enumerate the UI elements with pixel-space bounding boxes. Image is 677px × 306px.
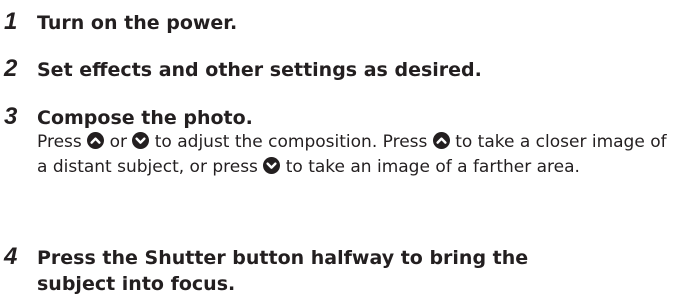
step-text: to take an image of a farther area.: [285, 156, 580, 177]
step-title: Press the Shutter button halfway to brin…: [37, 245, 597, 297]
up-button-icon: [87, 132, 105, 149]
down-button-icon: [263, 156, 281, 174]
step-title: Turn on the power.: [37, 12, 238, 34]
step-text: Press: [37, 132, 82, 152]
step-title: Set effects and other settings as desire…: [37, 59, 482, 81]
step-number: 1: [4, 8, 18, 35]
step-number: 3: [4, 103, 18, 130]
step-description: Press or to adjust the composition. Pres…: [37, 130, 669, 179]
step-text: or: [109, 132, 127, 152]
step-title: Compose the photo.: [37, 107, 253, 129]
step-title-line: subject into focus.: [37, 273, 236, 295]
step-text: to adjust the composition. Press: [154, 132, 428, 152]
down-button-icon: [132, 132, 150, 149]
step-title-line: Press the Shutter button halfway to brin…: [37, 247, 529, 269]
step-number: 2: [4, 55, 18, 82]
up-button-icon: [432, 132, 450, 149]
step-number: 4: [4, 243, 18, 270]
